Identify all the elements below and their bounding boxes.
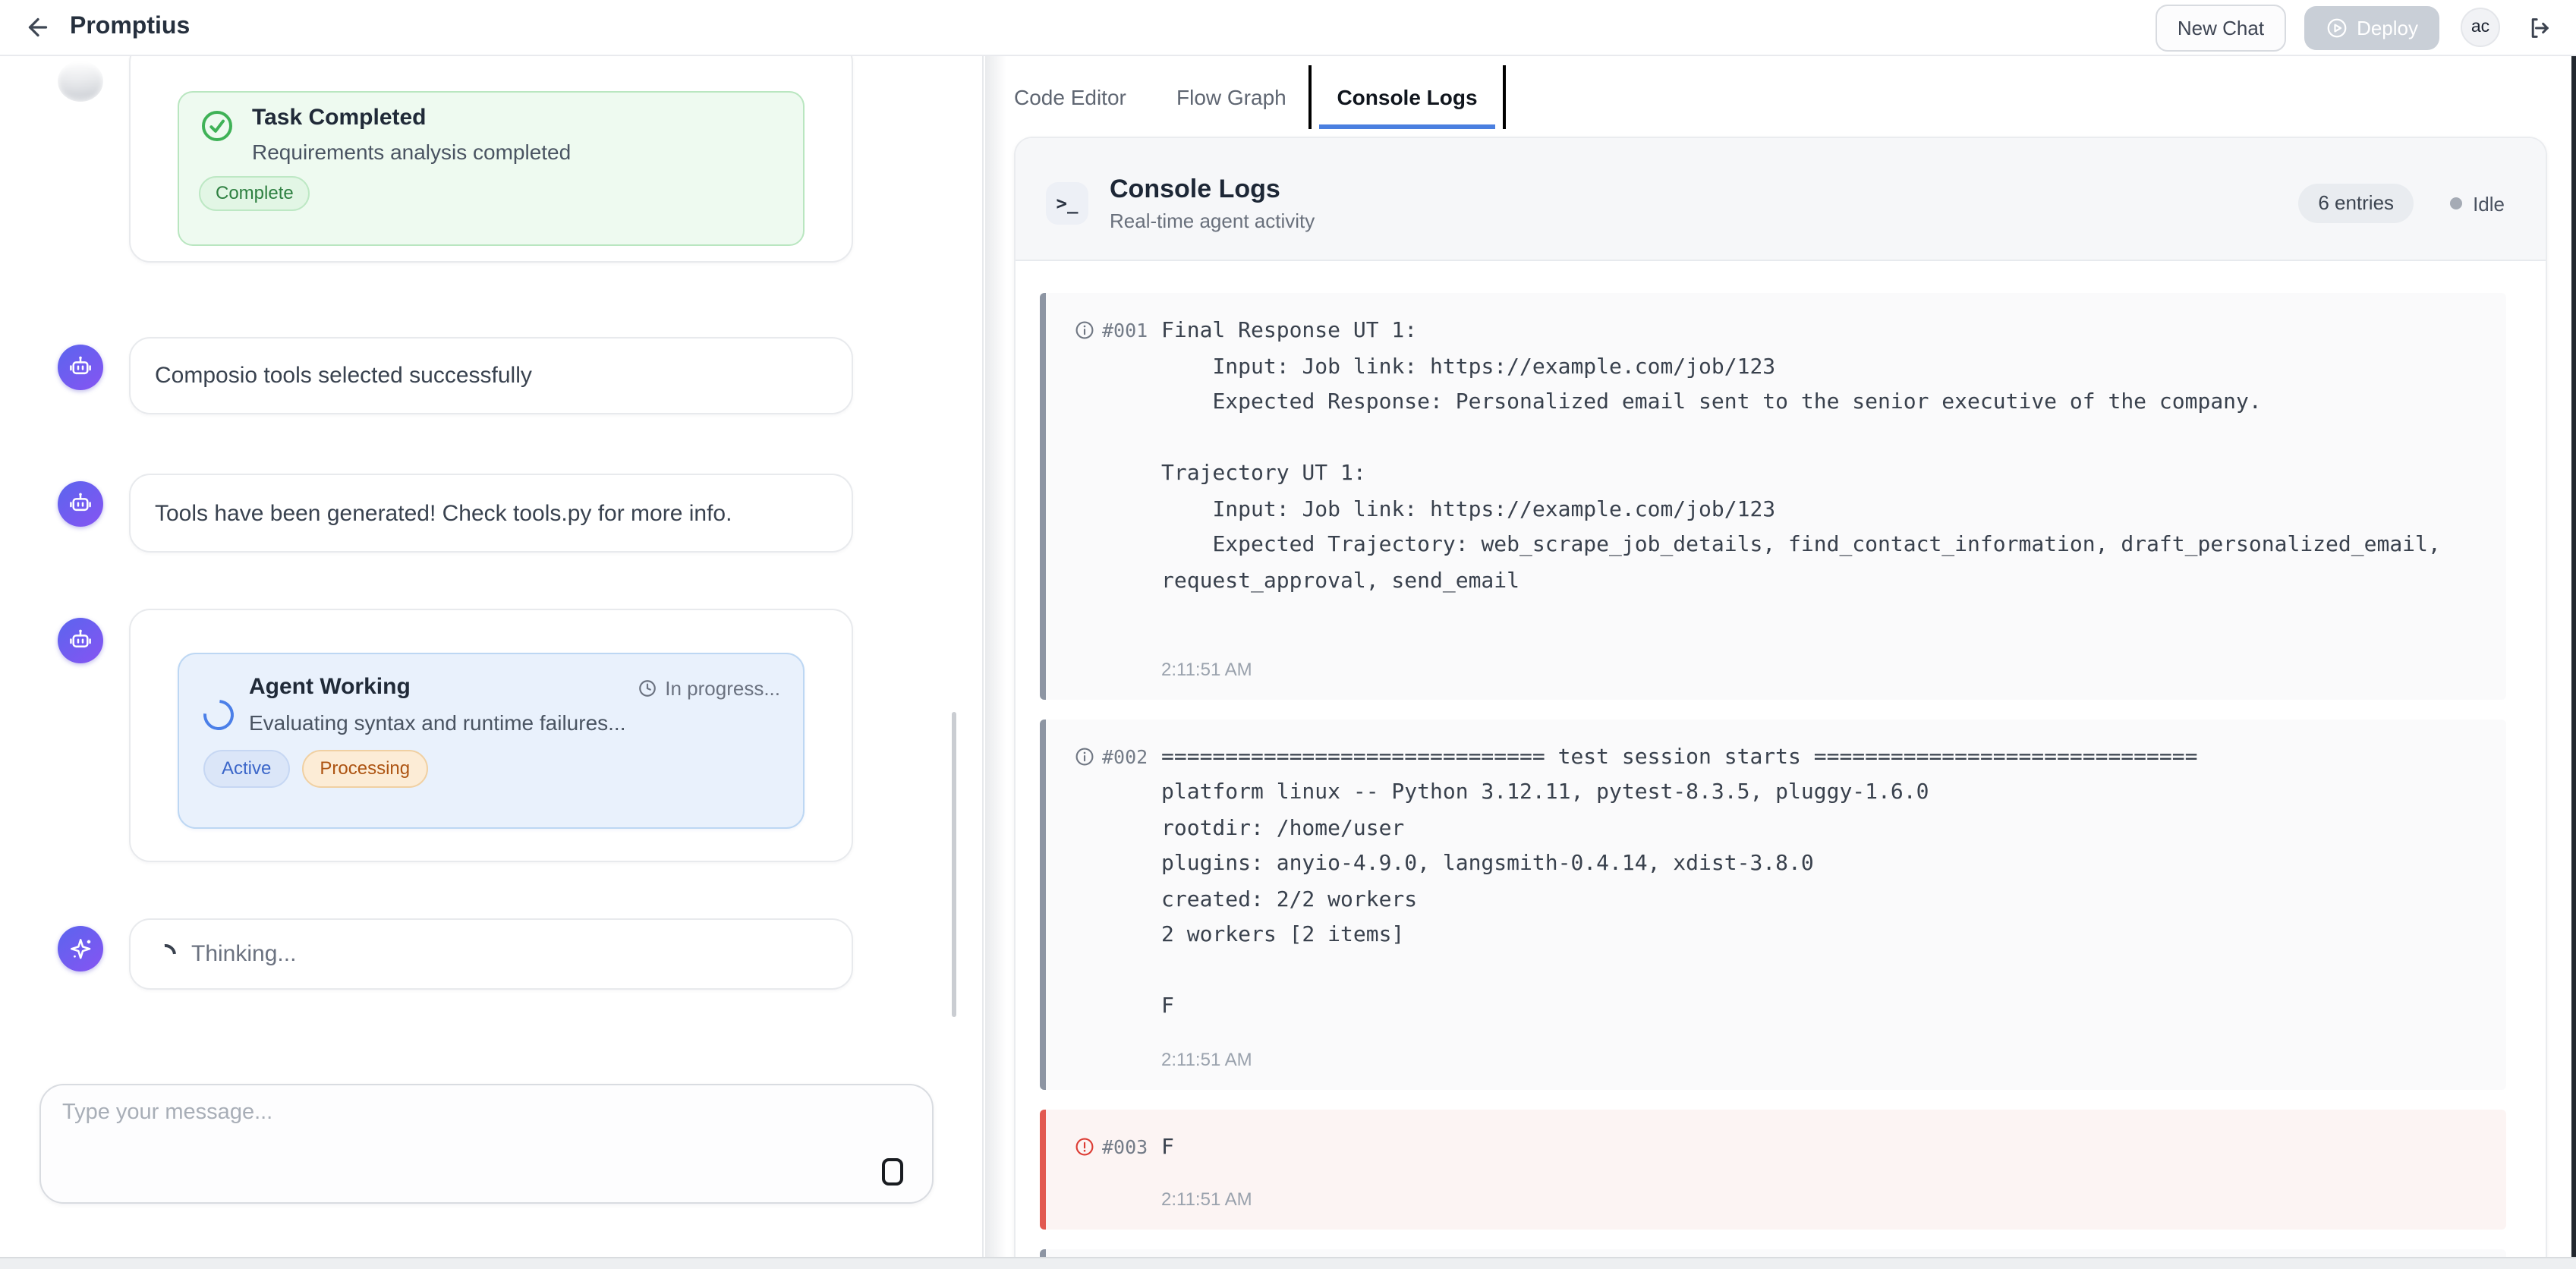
stop-button[interactable] (882, 1158, 903, 1186)
agent-status-text: In progress... (665, 677, 780, 700)
agent-progress-status: In progress... (638, 677, 780, 700)
chat-message: Composio tools selected successfully (129, 337, 853, 414)
promptius-app: Promptius New Chat Deploy ac Task Comple… (0, 0, 2576, 1269)
thinking-spinner-icon (150, 939, 180, 968)
logout-icon (2525, 14, 2551, 40)
clock-icon (638, 679, 657, 698)
error-icon (1075, 1136, 1094, 1156)
task-card-title: Task Completed (252, 105, 427, 131)
chat-message-text: Tools have been generated! Check tools.p… (155, 500, 732, 526)
back-arrow-icon (24, 14, 52, 41)
workspace-panel: Code Editor Flow Graph Console Logs >_ C… (985, 56, 2576, 1257)
chat-message-text: Composio tools selected successfully (155, 363, 532, 389)
log-timestamp: 2:11:51 AM (1161, 658, 2482, 679)
log-id: #001 (1102, 319, 1148, 342)
console-title: Console Logs (1110, 175, 1315, 205)
log-entry-error: #003 F 2:11:51 AM (1040, 1109, 2506, 1230)
tab-console-logs[interactable]: Console Logs (1308, 65, 1506, 129)
agent-card-title: Agent Working (249, 674, 411, 700)
robot-icon (67, 490, 94, 518)
message-input[interactable] (62, 1101, 821, 1189)
chat-panel: Task Completed Requirements analysis com… (0, 56, 984, 1257)
terminal-icon: >_ (1046, 182, 1088, 225)
info-icon (1075, 320, 1094, 340)
log-id: #003 (1102, 1135, 1148, 1157)
user-avatar[interactable]: ac (2461, 8, 2500, 47)
log-id: #002 (1102, 745, 1148, 767)
console-scrollbar-thumb[interactable] (2571, 56, 2576, 1257)
sparkle-icon (66, 934, 95, 963)
deploy-button[interactable]: Deploy (2304, 5, 2439, 49)
log-timestamp: 2:11:51 AM (1161, 1189, 2482, 1210)
processing-badge: Processing (301, 750, 428, 788)
task-card-subtitle: Requirements analysis completed (252, 140, 571, 164)
robot-icon (67, 354, 94, 381)
play-icon (2325, 16, 2348, 39)
tab-console-logs-label: Console Logs (1337, 85, 1477, 109)
active-badge: Active (203, 750, 289, 788)
bot-avatar (58, 345, 103, 390)
log-timestamp: 2:11:51 AM (1161, 1048, 2482, 1069)
spinner-icon (197, 694, 240, 736)
log-content: F (1161, 1130, 2482, 1166)
app-title: Promptius (70, 14, 190, 41)
scrolled-avatar-partial (58, 61, 103, 102)
check-circle-icon (199, 108, 235, 144)
back-button[interactable] (18, 8, 58, 47)
assistant-avatar (58, 926, 103, 971)
status-indicator: Idle (2450, 192, 2505, 215)
thinking-bubble: Thinking... (129, 918, 853, 990)
log-content: ============================== test sess… (1161, 740, 2482, 1025)
entries-count-badge: 6 entries (2298, 184, 2414, 223)
log-list[interactable]: #001 Final Response UT 1: Input: Job lin… (1016, 263, 2546, 1257)
agent-working-card: Agent Working In progress... Evaluating … (178, 653, 805, 829)
tab-bar: Code Editor Flow Graph Console Logs (985, 56, 2576, 137)
logout-button[interactable] (2518, 8, 2558, 47)
status-text: Idle (2473, 192, 2505, 215)
deploy-label: Deploy (2357, 16, 2418, 39)
robot-icon (67, 627, 94, 654)
task-completed-card: Task Completed Requirements analysis com… (178, 91, 805, 246)
bot-avatar (58, 618, 103, 663)
message-input-box (39, 1084, 934, 1204)
bot-avatar (58, 481, 103, 527)
chat-scrollbar-thumb[interactable] (952, 712, 956, 1017)
new-chat-button[interactable]: New Chat (2156, 4, 2285, 51)
top-bar: Promptius New Chat Deploy ac (0, 0, 2576, 56)
log-accent-bar (1040, 719, 1045, 1089)
log-entry: #004 [100%] (1040, 1249, 2506, 1257)
thinking-text: Thinking... (191, 941, 296, 967)
tab-code-editor[interactable]: Code Editor (1014, 56, 1126, 137)
log-entry: #002 ============================== test… (1040, 719, 2506, 1089)
active-tab-underline (1319, 124, 1495, 129)
log-accent-bar (1040, 1109, 1045, 1230)
bottom-edge-strip (0, 1257, 2576, 1269)
chat-message: Tools have been generated! Check tools.p… (129, 474, 853, 553)
status-dot-icon (2450, 197, 2462, 209)
console-logs-card: >_ Console Logs Real-time agent activity… (1014, 137, 2547, 1257)
log-accent-bar (1040, 1249, 1045, 1257)
console-header: >_ Console Logs Real-time agent activity… (1016, 138, 2546, 261)
log-content: Final Response UT 1: Input: Job link: ht… (1161, 314, 2482, 635)
agent-card-subtitle: Evaluating syntax and runtime failures..… (249, 710, 626, 735)
log-accent-bar (1040, 293, 1045, 699)
info-icon (1075, 746, 1094, 766)
console-subtitle: Real-time agent activity (1110, 209, 1315, 232)
tab-flow-graph[interactable]: Flow Graph (1176, 56, 1286, 137)
complete-badge: Complete (199, 176, 310, 211)
log-entry: #001 Final Response UT 1: Input: Job lin… (1040, 293, 2506, 699)
